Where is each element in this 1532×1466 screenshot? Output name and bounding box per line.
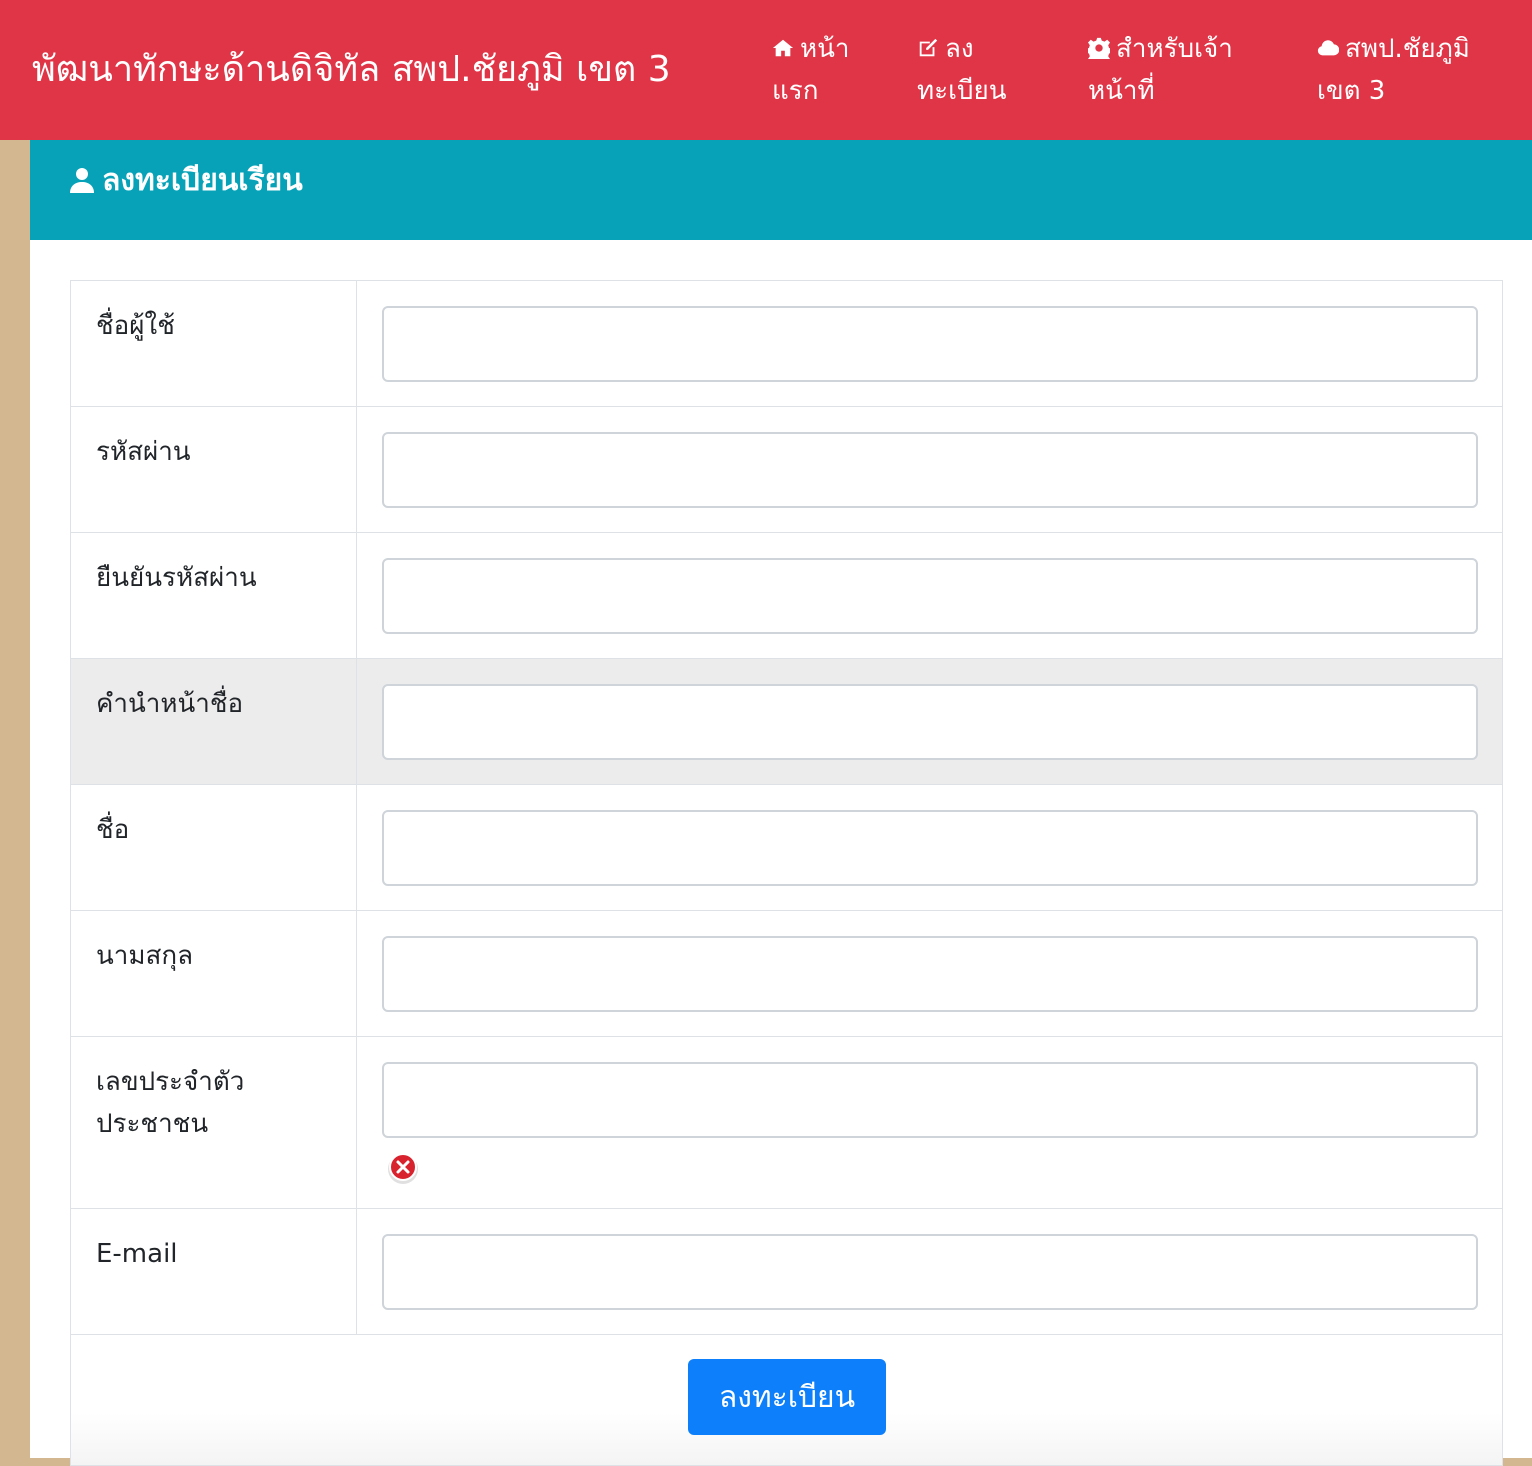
- cloud-icon: [1317, 40, 1340, 56]
- field-label: รหัสผ่าน: [71, 407, 357, 532]
- form-row-password: รหัสผ่าน: [71, 407, 1502, 533]
- card-title: ลงทะเบียนเรียน: [70, 160, 303, 202]
- card-header: ลงทะเบียนเรียน: [30, 140, 1532, 240]
- username-input[interactable]: [382, 306, 1478, 382]
- form-row-prefix: คำนำหน้าชื่อ: [71, 659, 1502, 785]
- confirm-password-input[interactable]: [382, 558, 1478, 634]
- site-brand[interactable]: พัฒนาทักษะด้านดิจิทัล สพป.ชัยภูมิ เขต 3: [32, 44, 671, 96]
- form-submit-row: ลงทะเบียน: [71, 1335, 1502, 1465]
- form-row-first-name: ชื่อ: [71, 785, 1502, 911]
- last-name-input[interactable]: [382, 936, 1478, 1012]
- field-label: คำนำหน้าชื่อ: [71, 659, 357, 784]
- nav-home[interactable]: หน้า แรก: [772, 28, 892, 112]
- edit-icon: [919, 38, 938, 57]
- error-icon: [388, 1153, 418, 1184]
- top-navbar: พัฒนาทักษะด้านดิจิทัล สพป.ชัยภูมิ เขต 3 …: [0, 0, 1532, 140]
- nav-staff[interactable]: สำหรับเจ้า หน้าที่: [1086, 28, 1288, 112]
- user-icon: [70, 168, 94, 193]
- nav-office[interactable]: สพป.ชัยภูมิ เขต 3: [1317, 28, 1517, 112]
- field-label: ชื่อผู้ใช้: [71, 281, 357, 406]
- form-row-citizen-id: เลขประจำตัว ประชาชน: [71, 1037, 1502, 1209]
- form-row-confirm-password: ยืนยันรหัสผ่าน: [71, 533, 1502, 659]
- form-row-last-name: นามสกุล: [71, 911, 1502, 1037]
- citizen-id-input[interactable]: [382, 1062, 1478, 1138]
- prefix-input[interactable]: [382, 684, 1478, 760]
- form-row-email: E-mail: [71, 1209, 1502, 1335]
- email-input[interactable]: [382, 1234, 1478, 1310]
- home-icon: [772, 39, 794, 57]
- field-label: ชื่อ: [71, 785, 357, 910]
- field-label: E-mail: [71, 1209, 357, 1334]
- register-button[interactable]: ลงทะเบียน: [688, 1359, 886, 1435]
- field-label: เลขประจำตัว ประชาชน: [71, 1037, 357, 1208]
- nav-register[interactable]: ลง ทะเบียน: [917, 28, 1047, 112]
- password-input[interactable]: [382, 432, 1478, 508]
- form-row-username: ชื่อผู้ใช้: [71, 281, 1502, 407]
- main-content: ลงทะเบียนเรียน ชื่อผู้ใช้ รหัสผ่าน ยืนยั…: [30, 140, 1532, 1466]
- field-label: นามสกุล: [71, 911, 357, 1036]
- registration-form: ชื่อผู้ใช้ รหัสผ่าน ยืนยันรหัสผ่าน คำนำห…: [70, 280, 1503, 1466]
- field-label: ยืนยันรหัสผ่าน: [71, 533, 357, 658]
- first-name-input[interactable]: [382, 810, 1478, 886]
- gear-icon: [1086, 37, 1112, 64]
